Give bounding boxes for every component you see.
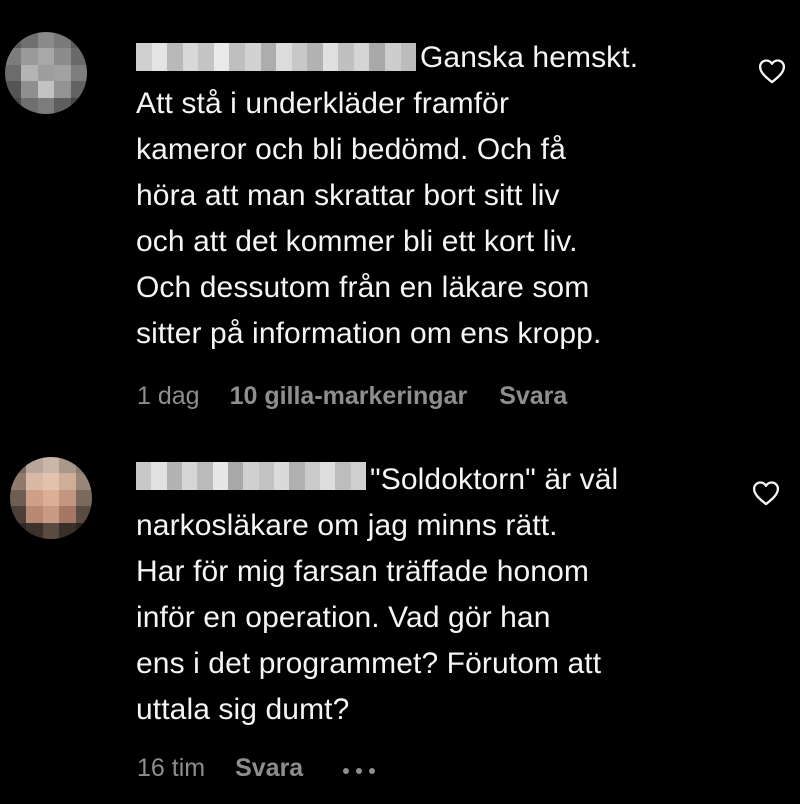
more-options-icon[interactable] (343, 764, 376, 774)
likes-count-link[interactable]: 10 gilla-markeringar (230, 382, 468, 411)
comment: "Soldoktorn" är väl narkosläkare om jag … (0, 440, 800, 804)
comment-text-first-line: "Soldoktorn" är väl (370, 463, 619, 496)
comment: Ganska hemskt. Att stå i underkläder fra… (0, 0, 800, 430)
reply-button[interactable]: Svara (499, 382, 567, 411)
comment-text-first-line: Ganska hemskt. (420, 41, 639, 74)
comment-text-line: Har för mig farsan träffade honom (136, 555, 589, 588)
heart-outline-icon[interactable] (752, 480, 780, 506)
comment-text-line: Och dessutom från en läkare som (136, 271, 590, 304)
comment-text-line: uttala sig dumt? (136, 693, 350, 726)
dot (369, 767, 376, 774)
comment-meta: 16 tim Svara (137, 754, 376, 783)
comment-meta: 1 dag 10 gilla-markeringar Svara (137, 382, 607, 411)
comment-text-line: ens i det programmet? Förutom att (136, 647, 602, 680)
timestamp: 1 dag (137, 382, 200, 410)
comment-text-line: inför en operation. Vad gör han (136, 601, 551, 634)
timestamp: 16 tim (137, 754, 206, 782)
comment-text-line: Att stå i underkläder framför (136, 87, 510, 120)
dot (356, 767, 363, 774)
avatar[interactable] (5, 32, 87, 114)
comment-text: Ganska hemskt. Att stå i underkläder fra… (136, 35, 736, 357)
avatar[interactable] (10, 457, 92, 539)
comment-text: "Soldoktorn" är väl narkosläkare om jag … (136, 457, 736, 733)
comment-text-line: narkosläkare om jag minns rätt. (136, 509, 558, 542)
comment-text-line: och att det kommer bli ett kort liv. (136, 225, 578, 258)
comment-text-line: höra att man skrattar bort sitt liv (136, 179, 560, 212)
heart-outline-icon[interactable] (758, 58, 786, 84)
comment-text-line: kameror och bli bedömd. Och få (136, 133, 566, 166)
dot (343, 767, 350, 774)
reply-button[interactable]: Svara (235, 754, 303, 783)
comment-text-line: sitter på information om ens kropp. (136, 317, 602, 350)
